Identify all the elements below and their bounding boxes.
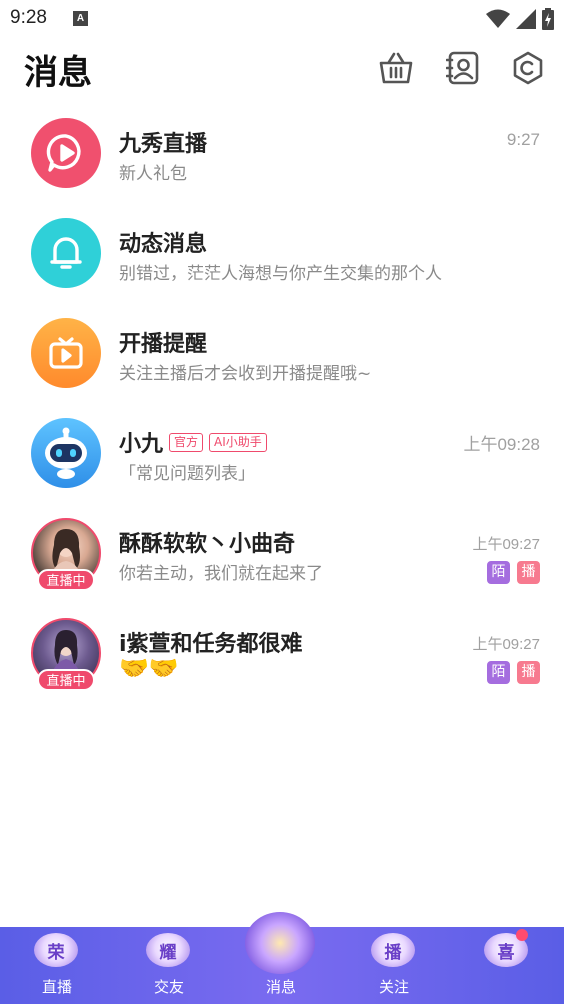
streamer-badge: 播	[517, 561, 540, 584]
live-badge: 直播中	[37, 569, 95, 591]
nav-tab-messages[interactable]: 消息	[236, 927, 326, 1004]
message-title: 开播提醒	[119, 332, 208, 357]
official-tag: 官方	[169, 432, 204, 452]
tv-icon	[49, 337, 83, 369]
wifi-icon	[486, 9, 510, 28]
play-bubble-icon	[46, 134, 81, 172]
ai-assistant-tag: AI小助手	[209, 432, 267, 452]
live-badge: 直播中	[37, 669, 95, 691]
stranger-badge: 陌	[487, 561, 510, 584]
settings-hexagon-icon[interactable]	[510, 50, 546, 86]
avatar	[31, 318, 101, 388]
nav-label: 直播	[41, 978, 72, 996]
list-item-live-reminder[interactable]: 开播提醒 关注主播后才会收到开播提醒哦~	[0, 302, 564, 402]
message-title: 小九 官方 AI小助手	[119, 426, 267, 458]
status-bar: 9:28 A	[0, 0, 564, 38]
nav-label: 交友	[153, 978, 184, 996]
list-item-zixuan[interactable]: 直播中 i紫萱和任务都很难 🤝🤝 上午09:27 陌 播	[0, 602, 564, 702]
avatar	[31, 418, 101, 488]
nav-tab-profile[interactable]: 喜	[462, 927, 552, 1004]
list-item-susu-xiaoquqi[interactable]: 直播中 酥酥软软丶小曲奇 你若主动，我们就在起来了 上午09:27 陌 播	[0, 502, 564, 602]
nav-label: 关注	[378, 978, 409, 996]
nav-label: 消息	[265, 978, 296, 996]
list-item-xiaojiu[interactable]: 小九 官方 AI小助手 「常见问题列表」 上午09:28	[0, 402, 564, 502]
message-time: 上午09:27	[472, 536, 540, 553]
nav-tab-live[interactable]: 荣 直播	[12, 927, 102, 1004]
streamer-badge: 播	[517, 661, 540, 684]
friends-tab-icon: 耀	[146, 933, 190, 967]
message-time: 上午09:27	[472, 636, 540, 653]
message-time: 上午09:28	[463, 435, 540, 454]
message-preview: 别错过，茫茫人海想与你产生交集的那个人	[119, 264, 442, 284]
list-item-jiuxiu-live[interactable]: 九秀直播 新人礼包 9:27	[0, 102, 564, 202]
status-icons	[486, 8, 554, 30]
signal-icon	[516, 9, 536, 29]
stranger-badge: 陌	[487, 661, 510, 684]
robot-icon	[45, 427, 87, 479]
notification-a-icon: A	[73, 11, 88, 26]
nav-tab-following[interactable]: 播 关注	[349, 927, 439, 1004]
page-title: 消息	[24, 53, 92, 93]
message-preview: 🤝🤝	[119, 654, 179, 682]
message-title-text: 小九	[119, 432, 164, 457]
battery-icon	[542, 8, 554, 30]
notification-dot	[516, 929, 528, 941]
message-title: 动态消息	[119, 232, 208, 257]
message-preview: 「常见问题列表」	[119, 464, 255, 484]
status-time: 9:28	[10, 7, 47, 28]
avatar	[31, 118, 101, 188]
list-item-dynamic-messages[interactable]: 动态消息 别错过，茫茫人海想与你产生交集的那个人	[0, 202, 564, 302]
message-preview: 新人礼包	[119, 164, 187, 184]
contacts-icon[interactable]	[445, 50, 481, 86]
bottom-nav: 荣 直播 耀 交友 消息 播 关注 喜	[0, 912, 564, 1004]
avatar	[31, 218, 101, 288]
nav-tab-friends[interactable]: 耀 交友	[124, 927, 214, 1004]
live-tab-icon: 荣	[34, 933, 78, 967]
message-time: 9:27	[506, 130, 540, 149]
message-title: 酥酥软软丶小曲奇	[119, 532, 296, 557]
basket-icon[interactable]	[378, 50, 414, 86]
message-preview: 你若主动，我们就在起来了	[119, 564, 323, 584]
following-tab-icon: 播	[371, 933, 415, 967]
message-preview: 关注主播后才会收到开播提醒哦~	[119, 364, 372, 384]
bell-icon	[50, 237, 82, 269]
message-title: 九秀直播	[119, 132, 208, 157]
